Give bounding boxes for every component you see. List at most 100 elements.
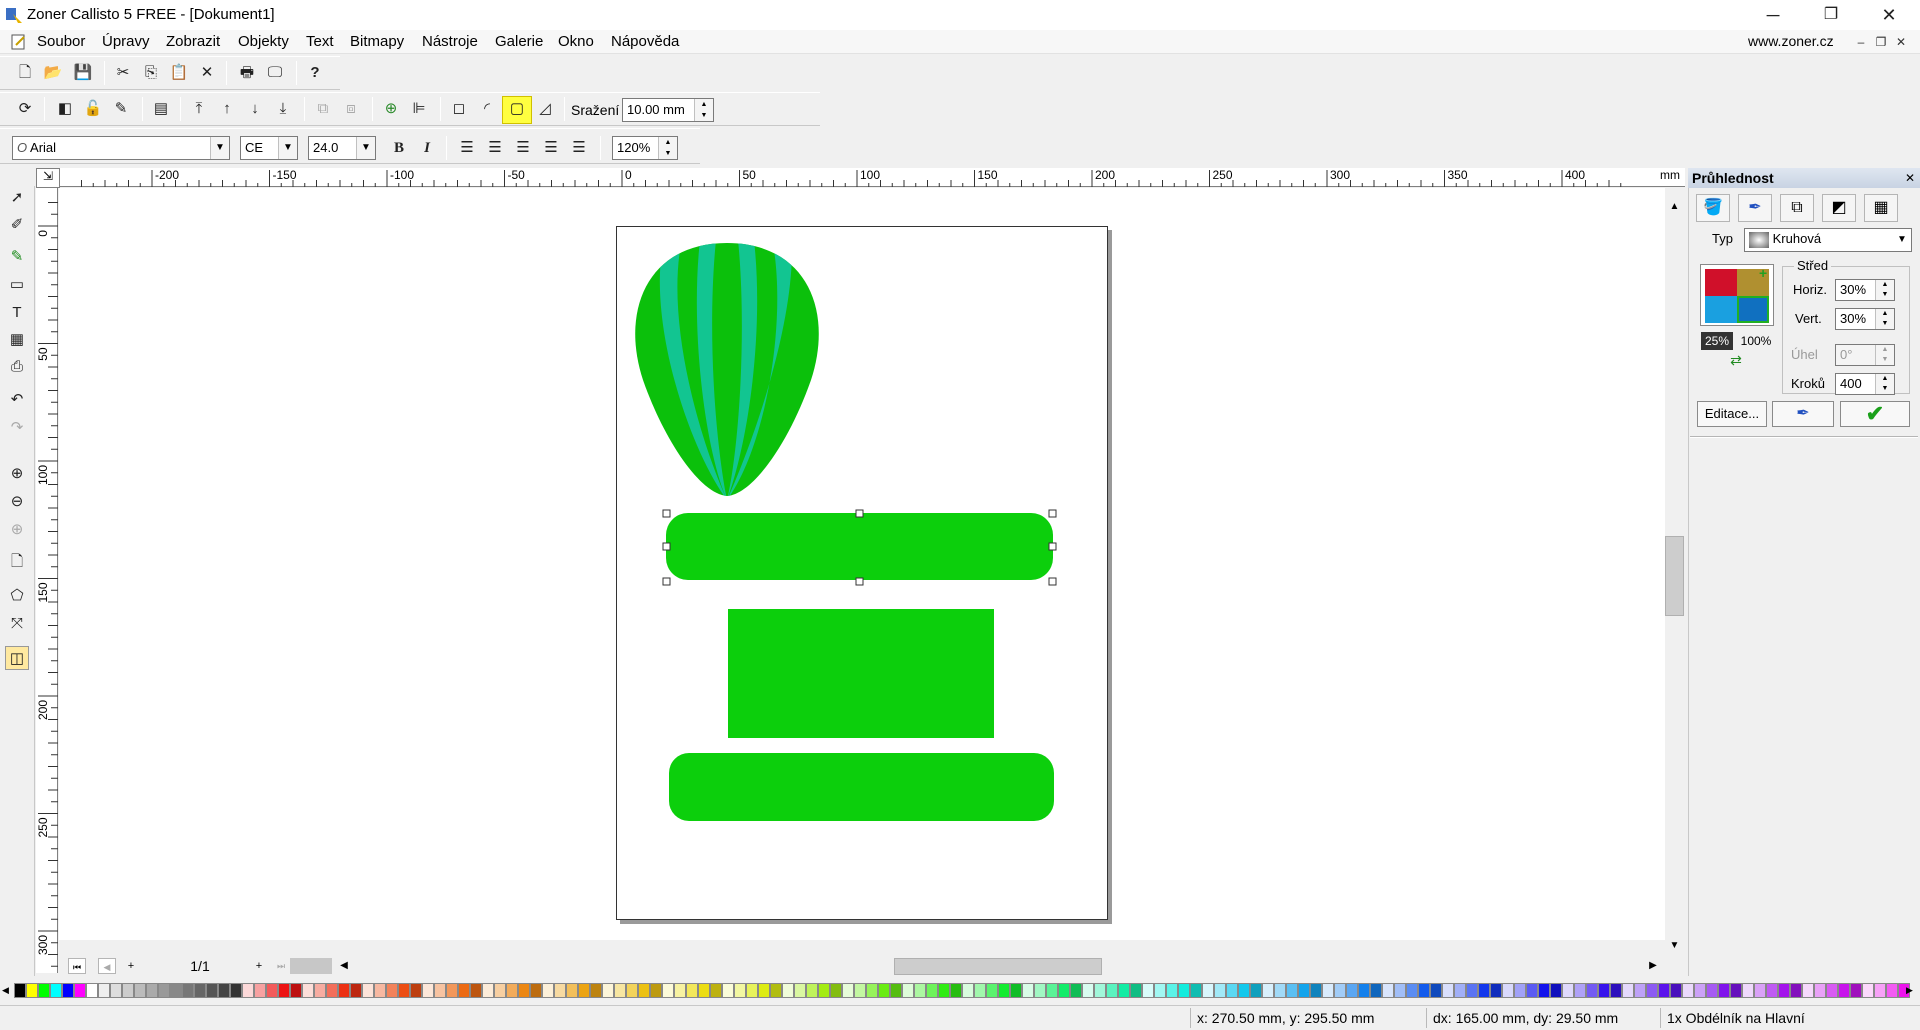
shadow-tab-icon[interactable]: ◩	[1822, 194, 1856, 222]
outline-tab-icon[interactable]: ✒	[1738, 194, 1772, 222]
color-swatch[interactable]	[686, 983, 698, 998]
color-swatch[interactable]	[1790, 983, 1802, 998]
swap-icon[interactable]: ⇄	[1724, 352, 1748, 370]
color-swatch[interactable]	[1394, 983, 1406, 998]
color-swatch[interactable]	[434, 983, 446, 998]
color-swatch[interactable]	[230, 983, 242, 998]
color-tab-icon[interactable]: ▦	[1864, 194, 1898, 222]
color-swatch[interactable]	[1310, 983, 1322, 998]
opacity-end[interactable]: 100%	[1738, 332, 1774, 350]
color-swatch[interactable]	[494, 983, 506, 998]
color-swatch[interactable]	[938, 983, 950, 998]
transparency-tab-icon[interactable]: ⧉	[1780, 194, 1814, 222]
color-swatch[interactable]	[830, 983, 842, 998]
color-swatch[interactable]	[422, 983, 434, 998]
color-swatch[interactable]	[1838, 983, 1850, 998]
color-swatch[interactable]	[890, 983, 902, 998]
color-swatch[interactable]	[170, 983, 182, 998]
color-swatch[interactable]	[674, 983, 686, 998]
color-swatch[interactable]	[1406, 983, 1418, 998]
color-swatch[interactable]	[1622, 983, 1634, 998]
color-swatch[interactable]	[614, 983, 626, 998]
edit-button[interactable]: Editace...	[1697, 401, 1767, 427]
color-swatch[interactable]	[926, 983, 938, 998]
color-swatch[interactable]	[278, 983, 290, 998]
color-swatch[interactable]	[1718, 983, 1730, 998]
color-swatch[interactable]	[446, 983, 458, 998]
balloon-shape[interactable]	[635, 240, 819, 500]
color-swatch[interactable]	[1382, 983, 1394, 998]
color-swatch[interactable]	[62, 983, 74, 998]
color-swatch[interactable]	[1058, 983, 1070, 998]
color-swatch[interactable]	[1514, 983, 1526, 998]
color-swatch[interactable]	[1682, 983, 1694, 998]
color-swatch[interactable]	[1250, 983, 1262, 998]
add-icon[interactable]: +	[1759, 265, 1767, 281]
color-swatch[interactable]	[206, 983, 218, 998]
color-swatch[interactable]	[1442, 983, 1454, 998]
color-swatch[interactable]	[590, 983, 602, 998]
color-swatch[interactable]	[962, 983, 974, 998]
color-swatch[interactable]	[1826, 983, 1838, 998]
rectangle-shape[interactable]	[728, 609, 994, 738]
color-swatch[interactable]	[914, 983, 926, 998]
color-swatch[interactable]	[1286, 983, 1298, 998]
steps-input[interactable]: 400 ▲ ▼	[1835, 373, 1895, 395]
color-swatch[interactable]	[530, 983, 542, 998]
color-swatch[interactable]	[242, 983, 254, 998]
color-swatch[interactable]	[1574, 983, 1586, 998]
color-swatch[interactable]	[98, 983, 110, 998]
color-swatch[interactable]	[902, 983, 914, 998]
color-swatch[interactable]	[1814, 983, 1826, 998]
color-swatch[interactable]	[1214, 983, 1226, 998]
fill-tab-icon[interactable]: 🪣	[1696, 194, 1730, 222]
color-swatch[interactable]	[1610, 983, 1622, 998]
color-swatch[interactable]	[866, 983, 878, 998]
color-swatch[interactable]	[1874, 983, 1886, 998]
color-swatch[interactable]	[134, 983, 146, 998]
spinner-icon[interactable]: ▲ ▼	[1875, 374, 1894, 394]
color-swatch[interactable]	[1070, 983, 1082, 998]
color-swatch[interactable]	[1322, 983, 1334, 998]
scroll-right-icon[interactable]: ▶	[1645, 958, 1661, 974]
color-swatch[interactable]	[650, 983, 662, 998]
color-swatch[interactable]	[1418, 983, 1430, 998]
color-swatch[interactable]	[1370, 983, 1382, 998]
add-page-icon[interactable]: +	[122, 958, 140, 974]
color-swatch[interactable]	[770, 983, 782, 998]
color-swatch[interactable]	[1586, 983, 1598, 998]
prev-page-icon[interactable]: ◀	[98, 958, 116, 974]
color-swatch[interactable]	[1478, 983, 1490, 998]
color-swatch[interactable]	[1118, 983, 1130, 998]
color-swatch[interactable]	[974, 983, 986, 998]
color-swatch[interactable]	[638, 983, 650, 998]
color-swatch[interactable]	[1502, 983, 1514, 998]
color-swatch[interactable]	[806, 983, 818, 998]
spinner-icon[interactable]: ▲ ▼	[1875, 280, 1894, 300]
color-swatch[interactable]	[1106, 983, 1118, 998]
vertical-scroll-thumb[interactable]	[1665, 536, 1684, 616]
color-swatch[interactable]	[1094, 983, 1106, 998]
color-swatch[interactable]	[794, 983, 806, 998]
color-swatch[interactable]	[1670, 983, 1682, 998]
color-swatch[interactable]	[326, 983, 338, 998]
color-swatch[interactable]	[1430, 983, 1442, 998]
color-swatch[interactable]	[1454, 983, 1466, 998]
color-swatch[interactable]	[818, 983, 830, 998]
color-swatch[interactable]	[1274, 983, 1286, 998]
color-swatch[interactable]	[710, 983, 722, 998]
last-page-icon[interactable]: ⏭	[272, 958, 290, 974]
color-swatch[interactable]	[1226, 983, 1238, 998]
scroll-up-icon[interactable]: ▲	[1665, 198, 1684, 216]
checkmark-icon[interactable]: ✔	[1840, 401, 1910, 427]
color-swatch[interactable]	[398, 983, 410, 998]
color-swatch[interactable]	[1742, 983, 1754, 998]
color-swatch[interactable]	[1694, 983, 1706, 998]
color-swatch[interactable]	[14, 983, 26, 998]
color-swatch[interactable]	[338, 983, 350, 998]
color-swatch[interactable]	[1034, 983, 1046, 998]
palette-left-icon[interactable]: ◀	[2, 983, 12, 998]
color-swatch[interactable]	[314, 983, 326, 998]
color-swatch[interactable]	[290, 983, 302, 998]
color-swatch[interactable]	[362, 983, 374, 998]
